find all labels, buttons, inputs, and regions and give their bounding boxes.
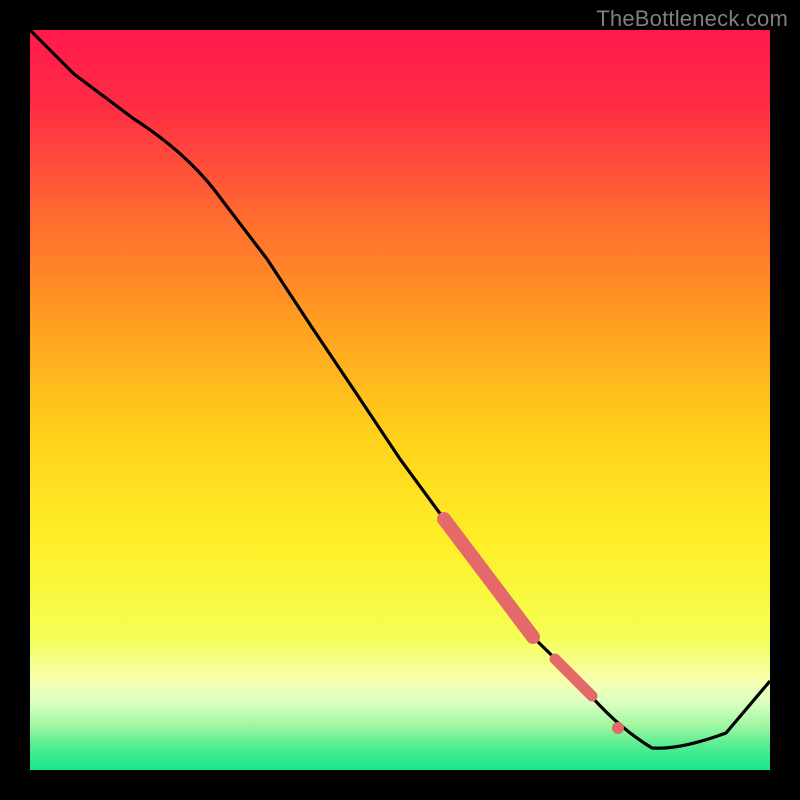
chart-container: TheBottleneck.com xyxy=(0,0,800,800)
highlight-segment-2 xyxy=(555,659,592,696)
watermark-text: TheBottleneck.com xyxy=(596,6,788,32)
highlight-dot xyxy=(612,722,624,734)
highlight-segment-1 xyxy=(444,519,533,637)
plot-area xyxy=(30,30,770,770)
bottleneck-curve xyxy=(30,30,770,770)
curve-path xyxy=(30,30,770,748)
